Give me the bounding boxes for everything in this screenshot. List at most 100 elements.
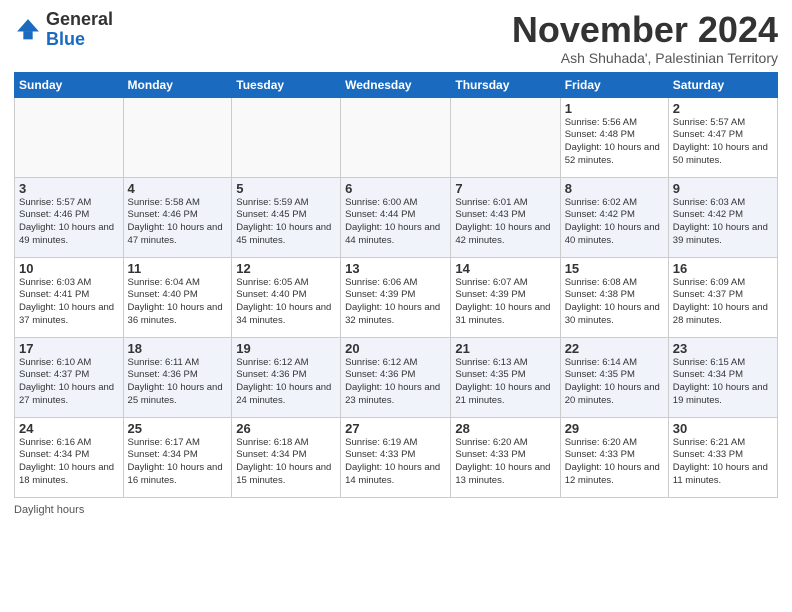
calendar-cell: 22Sunrise: 6:14 AM Sunset: 4:35 PM Dayli… <box>560 337 668 417</box>
day-number: 10 <box>19 261 119 276</box>
calendar-cell: 23Sunrise: 6:15 AM Sunset: 4:34 PM Dayli… <box>668 337 777 417</box>
calendar-cell: 27Sunrise: 6:19 AM Sunset: 4:33 PM Dayli… <box>341 417 451 497</box>
day-number: 15 <box>565 261 664 276</box>
day-info: Sunrise: 6:18 AM Sunset: 4:34 PM Dayligh… <box>236 437 336 488</box>
day-info: Sunrise: 6:08 AM Sunset: 4:38 PM Dayligh… <box>565 277 664 328</box>
calendar-cell <box>341 97 451 177</box>
day-info: Sunrise: 6:11 AM Sunset: 4:36 PM Dayligh… <box>128 357 228 408</box>
calendar-cell: 14Sunrise: 6:07 AM Sunset: 4:39 PM Dayli… <box>451 257 560 337</box>
day-number: 6 <box>345 181 446 196</box>
weekday-header-saturday: Saturday <box>668 72 777 97</box>
weekday-header-monday: Monday <box>123 72 232 97</box>
day-number: 19 <box>236 341 336 356</box>
day-info: Sunrise: 6:12 AM Sunset: 4:36 PM Dayligh… <box>236 357 336 408</box>
calendar-cell: 28Sunrise: 6:20 AM Sunset: 4:33 PM Dayli… <box>451 417 560 497</box>
day-number: 13 <box>345 261 446 276</box>
day-info: Sunrise: 6:03 AM Sunset: 4:41 PM Dayligh… <box>19 277 119 328</box>
day-info: Sunrise: 6:15 AM Sunset: 4:34 PM Dayligh… <box>673 357 773 408</box>
calendar-cell: 1Sunrise: 5:56 AM Sunset: 4:48 PM Daylig… <box>560 97 668 177</box>
day-info: Sunrise: 6:14 AM Sunset: 4:35 PM Dayligh… <box>565 357 664 408</box>
calendar-cell: 17Sunrise: 6:10 AM Sunset: 4:37 PM Dayli… <box>15 337 124 417</box>
day-number: 11 <box>128 261 228 276</box>
calendar-table: SundayMondayTuesdayWednesdayThursdayFrid… <box>14 72 778 498</box>
weekday-header-tuesday: Tuesday <box>232 72 341 97</box>
day-info: Sunrise: 6:05 AM Sunset: 4:40 PM Dayligh… <box>236 277 336 328</box>
day-info: Sunrise: 5:56 AM Sunset: 4:48 PM Dayligh… <box>565 117 664 168</box>
calendar-body: 1Sunrise: 5:56 AM Sunset: 4:48 PM Daylig… <box>15 97 778 497</box>
calendar-cell: 5Sunrise: 5:59 AM Sunset: 4:45 PM Daylig… <box>232 177 341 257</box>
logo-general: General <box>46 10 113 30</box>
day-info: Sunrise: 6:00 AM Sunset: 4:44 PM Dayligh… <box>345 197 446 248</box>
daylight-label: Daylight hours <box>14 504 84 516</box>
day-number: 17 <box>19 341 119 356</box>
weekday-header-thursday: Thursday <box>451 72 560 97</box>
day-number: 30 <box>673 421 773 436</box>
day-info: Sunrise: 6:21 AM Sunset: 4:33 PM Dayligh… <box>673 437 773 488</box>
day-number: 7 <box>455 181 555 196</box>
day-number: 8 <box>565 181 664 196</box>
day-number: 9 <box>673 181 773 196</box>
day-info: Sunrise: 6:16 AM Sunset: 4:34 PM Dayligh… <box>19 437 119 488</box>
day-info: Sunrise: 6:12 AM Sunset: 4:36 PM Dayligh… <box>345 357 446 408</box>
day-number: 20 <box>345 341 446 356</box>
calendar-cell: 13Sunrise: 6:06 AM Sunset: 4:39 PM Dayli… <box>341 257 451 337</box>
calendar-cell: 4Sunrise: 5:58 AM Sunset: 4:46 PM Daylig… <box>123 177 232 257</box>
day-number: 22 <box>565 341 664 356</box>
day-info: Sunrise: 6:19 AM Sunset: 4:33 PM Dayligh… <box>345 437 446 488</box>
title-block: November 2024 Ash Shuhada', Palestinian … <box>512 10 778 66</box>
calendar-cell: 21Sunrise: 6:13 AM Sunset: 4:35 PM Dayli… <box>451 337 560 417</box>
day-number: 4 <box>128 181 228 196</box>
calendar-week-2: 3Sunrise: 5:57 AM Sunset: 4:46 PM Daylig… <box>15 177 778 257</box>
calendar-cell: 9Sunrise: 6:03 AM Sunset: 4:42 PM Daylig… <box>668 177 777 257</box>
calendar-week-3: 10Sunrise: 6:03 AM Sunset: 4:41 PM Dayli… <box>15 257 778 337</box>
calendar-cell: 29Sunrise: 6:20 AM Sunset: 4:33 PM Dayli… <box>560 417 668 497</box>
day-number: 3 <box>19 181 119 196</box>
day-info: Sunrise: 6:03 AM Sunset: 4:42 PM Dayligh… <box>673 197 773 248</box>
calendar-cell: 10Sunrise: 6:03 AM Sunset: 4:41 PM Dayli… <box>15 257 124 337</box>
calendar-cell: 7Sunrise: 6:01 AM Sunset: 4:43 PM Daylig… <box>451 177 560 257</box>
day-number: 14 <box>455 261 555 276</box>
day-info: Sunrise: 6:20 AM Sunset: 4:33 PM Dayligh… <box>455 437 555 488</box>
day-info: Sunrise: 6:01 AM Sunset: 4:43 PM Dayligh… <box>455 197 555 248</box>
logo-text: General Blue <box>46 10 113 50</box>
calendar-cell <box>232 97 341 177</box>
calendar-cell: 19Sunrise: 6:12 AM Sunset: 4:36 PM Dayli… <box>232 337 341 417</box>
day-number: 5 <box>236 181 336 196</box>
day-number: 1 <box>565 101 664 116</box>
month-title: November 2024 <box>512 10 778 50</box>
calendar-cell: 25Sunrise: 6:17 AM Sunset: 4:34 PM Dayli… <box>123 417 232 497</box>
day-info: Sunrise: 5:59 AM Sunset: 4:45 PM Dayligh… <box>236 197 336 248</box>
footer: Daylight hours <box>14 504 778 516</box>
day-number: 18 <box>128 341 228 356</box>
day-info: Sunrise: 6:10 AM Sunset: 4:37 PM Dayligh… <box>19 357 119 408</box>
day-number: 2 <box>673 101 773 116</box>
calendar-cell: 26Sunrise: 6:18 AM Sunset: 4:34 PM Dayli… <box>232 417 341 497</box>
weekday-header-row: SundayMondayTuesdayWednesdayThursdayFrid… <box>15 72 778 97</box>
calendar-cell: 6Sunrise: 6:00 AM Sunset: 4:44 PM Daylig… <box>341 177 451 257</box>
calendar-week-1: 1Sunrise: 5:56 AM Sunset: 4:48 PM Daylig… <box>15 97 778 177</box>
calendar-cell: 18Sunrise: 6:11 AM Sunset: 4:36 PM Dayli… <box>123 337 232 417</box>
day-info: Sunrise: 6:06 AM Sunset: 4:39 PM Dayligh… <box>345 277 446 328</box>
day-info: Sunrise: 6:09 AM Sunset: 4:37 PM Dayligh… <box>673 277 773 328</box>
calendar-cell: 3Sunrise: 5:57 AM Sunset: 4:46 PM Daylig… <box>15 177 124 257</box>
day-info: Sunrise: 5:57 AM Sunset: 4:47 PM Dayligh… <box>673 117 773 168</box>
day-number: 12 <box>236 261 336 276</box>
page: General Blue November 2024 Ash Shuhada',… <box>0 0 792 612</box>
day-info: Sunrise: 6:02 AM Sunset: 4:42 PM Dayligh… <box>565 197 664 248</box>
day-number: 28 <box>455 421 555 436</box>
day-number: 21 <box>455 341 555 356</box>
day-number: 24 <box>19 421 119 436</box>
day-number: 25 <box>128 421 228 436</box>
calendar-cell <box>451 97 560 177</box>
logo: General Blue <box>14 10 113 50</box>
calendar-cell: 24Sunrise: 6:16 AM Sunset: 4:34 PM Dayli… <box>15 417 124 497</box>
logo-icon <box>14 16 42 44</box>
day-info: Sunrise: 6:04 AM Sunset: 4:40 PM Dayligh… <box>128 277 228 328</box>
day-info: Sunrise: 6:17 AM Sunset: 4:34 PM Dayligh… <box>128 437 228 488</box>
day-number: 26 <box>236 421 336 436</box>
day-number: 23 <box>673 341 773 356</box>
calendar-cell: 20Sunrise: 6:12 AM Sunset: 4:36 PM Dayli… <box>341 337 451 417</box>
day-info: Sunrise: 5:57 AM Sunset: 4:46 PM Dayligh… <box>19 197 119 248</box>
calendar-cell: 16Sunrise: 6:09 AM Sunset: 4:37 PM Dayli… <box>668 257 777 337</box>
calendar-cell: 15Sunrise: 6:08 AM Sunset: 4:38 PM Dayli… <box>560 257 668 337</box>
